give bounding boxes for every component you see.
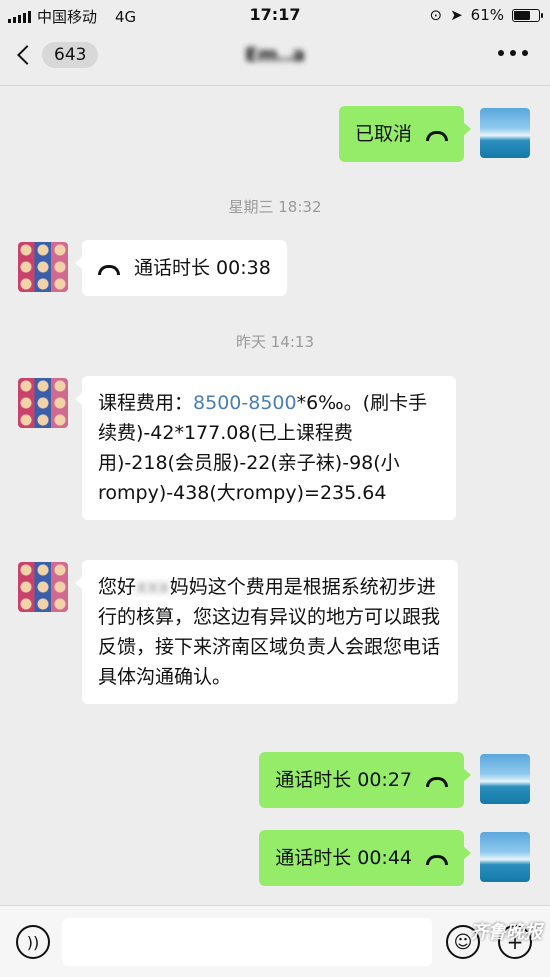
- location-icon: ➤: [450, 6, 463, 24]
- call-duration-text: 通话时长 00:38: [134, 257, 271, 279]
- watermark-logo: 齐鲁晚报: [470, 922, 542, 943]
- handset-icon: [98, 265, 120, 275]
- message-input[interactable]: [62, 918, 432, 966]
- more-button[interactable]: [498, 50, 528, 56]
- contact-avatar[interactable]: [18, 378, 68, 428]
- timestamp-separator: 昨天 14:13: [236, 333, 314, 351]
- call-bubble-duration[interactable]: 通话时长 00:38: [75, 240, 287, 296]
- battery-fill: [514, 10, 530, 20]
- explanation-message-bubble[interactable]: 您好xxx妈妈这个费用是根据系统初步进行的核算，您这边有异议的地方可以跟我反馈，…: [75, 560, 458, 704]
- call-duration-text: 通话时长 00:27: [275, 769, 412, 791]
- handset-icon: [426, 855, 448, 865]
- more-dot: [510, 50, 516, 56]
- self-avatar[interactable]: [480, 832, 530, 882]
- chat-input-bar: )) ☺ +: [0, 905, 550, 977]
- battery-icon: [512, 8, 543, 22]
- call-bubble-duration[interactable]: 通话时长 00:44: [259, 830, 471, 886]
- self-avatar[interactable]: [480, 754, 530, 804]
- rotation-lock-icon: ⊙: [429, 6, 443, 24]
- handset-icon: [426, 777, 448, 787]
- chat-header: 643 Em..a: [0, 30, 550, 86]
- call-status-text: 已取消: [354, 123, 412, 145]
- status-right: ⊙ ➤ 61%: [429, 6, 543, 24]
- chat-title-text: Em..a: [244, 44, 306, 66]
- fee-message-bubble[interactable]: 课程费用：8500-8500*6‰。(刷卡手续费)-42*177.08(已上课程…: [75, 376, 456, 520]
- fee-message-prefix: 课程费用：: [98, 392, 194, 414]
- call-bubble-duration[interactable]: 通话时长 00:27: [259, 752, 471, 808]
- contact-avatar[interactable]: [18, 242, 68, 292]
- handset-icon: [426, 131, 448, 141]
- status-bar: 中国移动 4G 17:17 ⊙ ➤ 61%: [0, 0, 550, 30]
- blurred-name: xxx: [136, 576, 170, 598]
- chat-title: Em..a: [0, 44, 550, 66]
- contact-avatar[interactable]: [18, 562, 68, 612]
- self-avatar[interactable]: [480, 108, 530, 158]
- more-dot: [522, 50, 528, 56]
- fee-amount-link[interactable]: 8500-8500: [193, 392, 297, 414]
- timestamp-separator: 星期三 18:32: [228, 198, 322, 216]
- battery-percent: 61%: [470, 6, 504, 24]
- voice-icon: )): [26, 932, 40, 952]
- voice-button[interactable]: )): [16, 925, 50, 959]
- explanation-prefix: 您好: [98, 576, 137, 598]
- call-bubble-canceled[interactable]: 已取消: [338, 106, 472, 162]
- call-duration-text: 通话时长 00:44: [275, 847, 412, 869]
- more-dots-icon: [498, 50, 504, 56]
